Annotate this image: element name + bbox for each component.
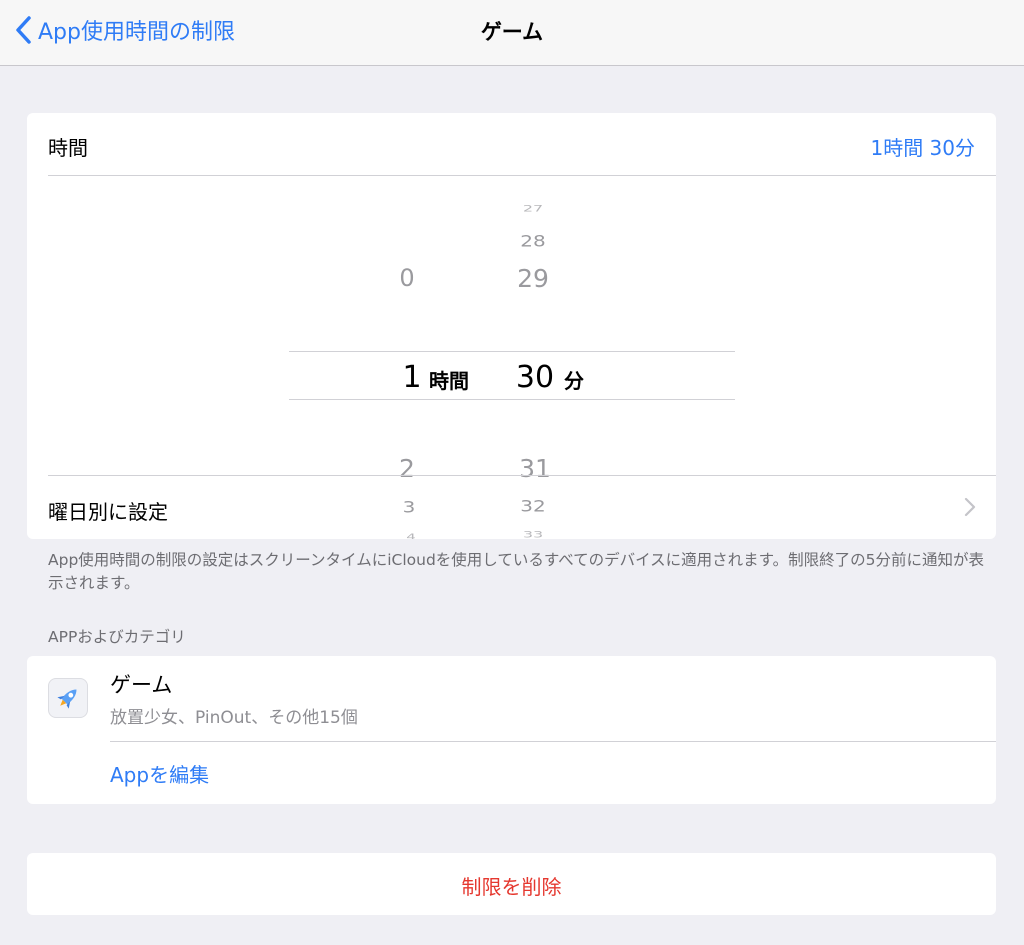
delete-limit-label: 制限を削除 xyxy=(461,875,562,899)
page-title: ゲーム xyxy=(480,20,544,44)
picker-selection-bottom-line xyxy=(289,399,735,400)
rocket-icon xyxy=(48,678,88,718)
hours-unit-label: 時間 xyxy=(429,369,469,393)
minute-option[interactable]: 27 xyxy=(503,203,563,213)
category-apps-summary: 放置少女、PinOut、その他15個 xyxy=(110,708,358,728)
apps-category-card: ゲーム 放置少女、PinOut、その他15個 Appを編集 xyxy=(27,656,996,804)
time-limit-card: 時間 1時間 30分 0 1 2 3 4 時間 27 28 29 30 31 3… xyxy=(27,113,996,539)
category-name: ゲーム xyxy=(110,673,173,697)
minute-option[interactable]: 29 xyxy=(503,264,563,293)
weekday-setting-label: 曜日別に設定 xyxy=(48,500,168,524)
time-row[interactable]: 時間 1時間 30分 xyxy=(27,113,996,175)
hour-option[interactable]: 0 xyxy=(377,264,437,292)
delete-limit-button[interactable]: 制限を削除 xyxy=(27,853,996,915)
rocket-glyph xyxy=(57,689,77,709)
weekday-setting-row[interactable]: 曜日別に設定 xyxy=(27,475,996,539)
minute-selected[interactable]: 30 xyxy=(505,360,565,395)
time-picker[interactable]: 0 1 2 3 4 時間 27 28 29 30 31 32 33 分 xyxy=(27,175,996,539)
divider xyxy=(110,741,996,742)
picker-selection-top-line xyxy=(289,351,735,352)
section-header-apps: APPおよびカテゴリ xyxy=(48,628,186,646)
edit-apps-button[interactable]: Appを編集 xyxy=(110,759,209,788)
footnote-text: App使用時間の制限の設定はスクリーンタイムにiCloudを使用しているすべての… xyxy=(48,551,984,592)
chevron-right-icon xyxy=(964,497,976,517)
navigation-bar: App使用時間の制限 ゲーム xyxy=(0,0,1024,66)
minutes-unit-label: 分 xyxy=(564,369,584,393)
time-value: 1時間 30分 xyxy=(870,136,975,160)
minute-option[interactable]: 28 xyxy=(503,231,563,251)
time-label: 時間 xyxy=(48,136,88,160)
